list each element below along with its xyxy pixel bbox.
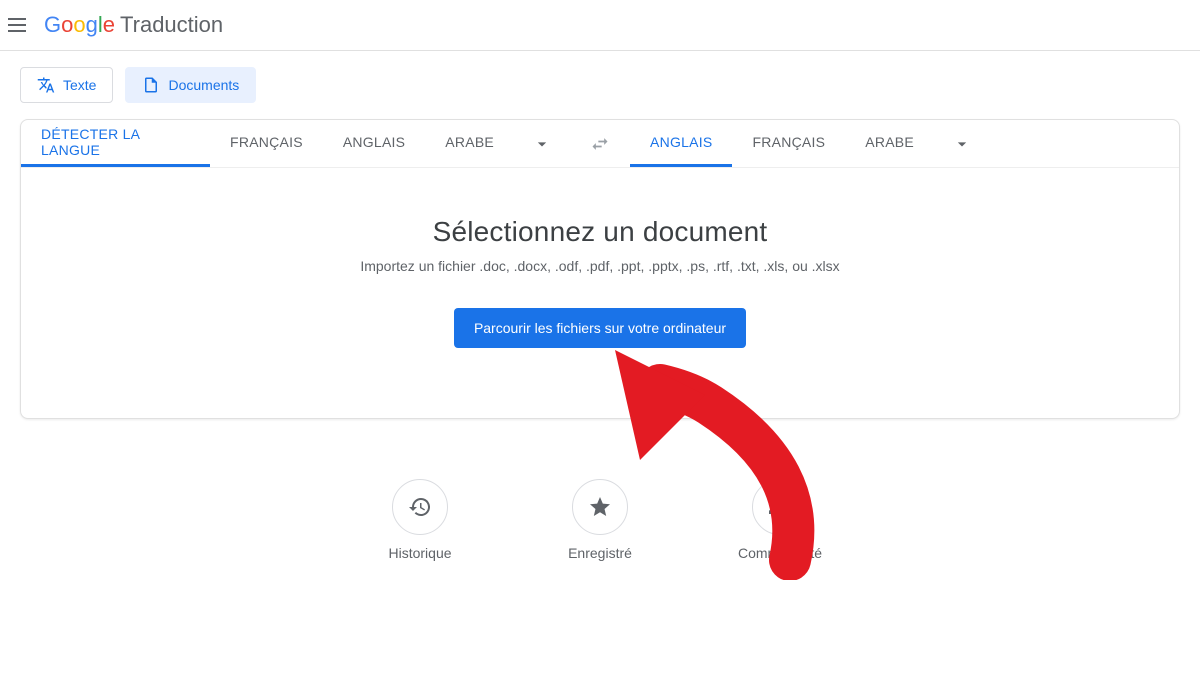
- source-lang-more-button[interactable]: [514, 134, 570, 154]
- chevron-down-icon: [952, 134, 972, 154]
- document-upload-area: Sélectionnez un document Importez un fic…: [21, 168, 1179, 418]
- tab-text[interactable]: Texte: [20, 67, 113, 103]
- source-language-group: DÉTECTER LA LANGUE FRANÇAIS ANGLAIS ARAB…: [21, 120, 570, 167]
- star-icon: [572, 479, 628, 535]
- footer-saved-button[interactable]: Enregistré: [540, 479, 660, 561]
- target-language-group: ANGLAIS FRANÇAIS ARABE: [630, 120, 1179, 167]
- hamburger-menu-button[interactable]: [8, 13, 32, 37]
- history-icon: [392, 479, 448, 535]
- browse-files-button[interactable]: Parcourir les fichiers sur votre ordinat…: [454, 308, 746, 348]
- target-lang-option-2[interactable]: FRANÇAIS: [732, 120, 845, 167]
- source-lang-option-2[interactable]: ANGLAIS: [323, 120, 425, 167]
- footer-nav: Historique Enregistré Communauté: [20, 479, 1180, 561]
- document-icon: [142, 76, 160, 94]
- app-header: Google Traduction: [0, 0, 1200, 51]
- footer-history-label: Historique: [388, 545, 451, 561]
- footer-history-button[interactable]: Historique: [360, 479, 480, 561]
- tab-documents-label: Documents: [168, 77, 239, 93]
- mode-tabs: Texte Documents: [20, 67, 1180, 103]
- swap-icon: [590, 134, 610, 154]
- app-logo[interactable]: Google Traduction: [44, 12, 223, 38]
- swap-languages-button[interactable]: [570, 120, 630, 167]
- target-lang-more-button[interactable]: [934, 134, 990, 154]
- footer-community-label: Communauté: [738, 545, 822, 561]
- translate-icon: [37, 76, 55, 94]
- translation-panel: DÉTECTER LA LANGUE FRANÇAIS ANGLAIS ARAB…: [20, 119, 1180, 419]
- footer-community-button[interactable]: Communauté: [720, 479, 840, 561]
- source-lang-option-3[interactable]: ARABE: [425, 120, 514, 167]
- footer-saved-label: Enregistré: [568, 545, 632, 561]
- language-bar: DÉTECTER LA LANGUE FRANÇAIS ANGLAIS ARAB…: [21, 120, 1179, 168]
- community-icon: [752, 479, 808, 535]
- source-lang-detect[interactable]: DÉTECTER LA LANGUE: [21, 120, 210, 167]
- upload-subtitle: Importez un fichier .doc, .docx, .odf, .…: [41, 258, 1159, 274]
- target-lang-option-3[interactable]: ARABE: [845, 120, 934, 167]
- chevron-down-icon: [532, 134, 552, 154]
- tab-text-label: Texte: [63, 77, 96, 93]
- upload-title: Sélectionnez un document: [41, 216, 1159, 248]
- product-name: Traduction: [120, 12, 223, 38]
- target-lang-option-1[interactable]: ANGLAIS: [630, 120, 732, 167]
- google-logo: Google: [44, 12, 115, 38]
- tab-documents[interactable]: Documents: [125, 67, 256, 103]
- source-lang-option-1[interactable]: FRANÇAIS: [210, 120, 323, 167]
